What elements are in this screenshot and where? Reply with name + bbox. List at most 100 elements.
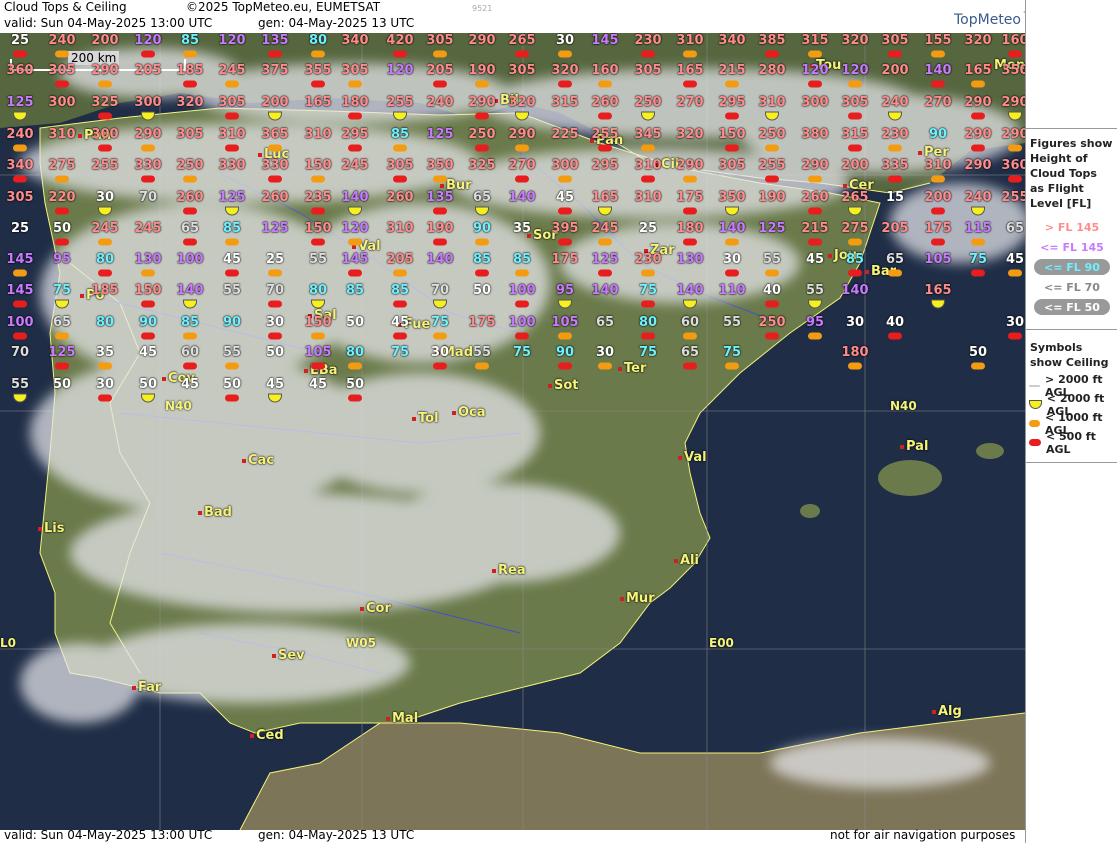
cloud-top-value: 30 (595, 345, 615, 360)
cloud-top-value: 190 (758, 190, 786, 205)
city-label: Far (132, 680, 161, 695)
ceiling-symbol-icon (475, 80, 489, 88)
cloud-top-value: 345 (634, 127, 662, 142)
legend-figures-title: Figures show Height of Cloud Tops as Fli… (1030, 137, 1113, 210)
cloud-top-value: 75 (390, 345, 410, 360)
lon-label: L0 (0, 636, 16, 650)
ceiling-swatch-icon (1029, 384, 1041, 387)
ceiling-symbol-icon (433, 80, 447, 88)
cloud-top-value: 165 (304, 95, 332, 110)
ceiling-symbol-icon (13, 300, 27, 308)
ceiling-symbol-icon (183, 80, 197, 88)
cloud-top-value: 30 (845, 315, 865, 330)
ceiling-symbol-icon (765, 175, 779, 183)
cloud-top-value: 120 (218, 33, 246, 48)
city-marker-icon (620, 596, 624, 601)
cloud-top-value: 65 (472, 190, 492, 205)
cloud-top-value: 310 (758, 95, 786, 110)
city-label: Mal (386, 711, 418, 726)
cloud-top-value: 55 (762, 252, 782, 267)
cloud-top-value: 300 (551, 158, 579, 173)
cloud-top-value: 190 (426, 221, 454, 236)
cloud-top-value: 250 (176, 158, 204, 173)
ceiling-symbol-icon (558, 50, 572, 58)
cloud-top-value: 75 (638, 345, 658, 360)
cloud-top-value: 355 (304, 63, 332, 78)
cloud-top-value: 105 (924, 252, 952, 267)
cloud-top-value: 105 (304, 345, 332, 360)
cloud-top-value: 65 (885, 252, 905, 267)
cloud-top-value: 290 (964, 95, 992, 110)
ceiling-symbol-icon (971, 362, 985, 370)
ceiling-symbol-icon (225, 362, 239, 370)
city-label: Tol (412, 411, 439, 426)
cloud-top-value: 200 (261, 95, 289, 110)
cloud-top-value: 120 (386, 63, 414, 78)
city-marker-icon (250, 733, 254, 738)
cloud-top-value: 100 (508, 283, 536, 298)
cloud-top-value: 75 (968, 252, 988, 267)
ceiling-symbol-icon (13, 332, 27, 340)
cloud-top-value: 290 (468, 33, 496, 48)
cloud-top-value: 95 (805, 315, 825, 330)
cloud-top-value: 340 (718, 33, 746, 48)
cloud-top-value: 35 (512, 221, 532, 236)
city-label: Alg (932, 704, 962, 719)
cloud-top-value: 310 (218, 127, 246, 142)
city-name: Alg (938, 704, 962, 719)
cloud-top-value: 90 (222, 315, 242, 330)
cloud-top-value: 330 (134, 158, 162, 173)
cloud-top-value: 290 (964, 158, 992, 173)
cloud-top-value: 80 (638, 315, 658, 330)
cloud-top-value: 315 (551, 95, 579, 110)
cloud-top-value: 325 (91, 95, 119, 110)
gen-time-bottom: gen: 04-May-2025 13 UTC (258, 828, 415, 842)
ceiling-swatch-icon (1029, 439, 1041, 446)
cloud-top-value: 245 (91, 221, 119, 236)
city-label: Sev (272, 648, 305, 663)
cloud-top-value: 295 (341, 127, 369, 142)
cloud-top-value: 310 (304, 127, 332, 142)
cloud-top-value: 85 (180, 33, 200, 48)
city-marker-icon (843, 183, 847, 188)
ceiling-symbol-icon (1008, 144, 1022, 152)
cloud-top-value: 260 (261, 190, 289, 205)
cloud-top-value: 85 (472, 252, 492, 267)
cloud-top-value: 260 (801, 190, 829, 205)
cloud-top-value: 255 (386, 95, 414, 110)
cloud-top-value: 310 (924, 158, 952, 173)
ceiling-symbol-icon (683, 332, 697, 340)
lon-label: E00 (709, 636, 734, 650)
ceiling-symbol-icon (55, 80, 69, 88)
cloud-top-value: 65 (52, 315, 72, 330)
cloud-top-value: 310 (676, 33, 704, 48)
cloud-top-value: 50 (345, 377, 365, 392)
cloud-top-value: 320 (176, 95, 204, 110)
ceiling-symbol-icon (1008, 269, 1022, 277)
ceiling-symbol-icon (971, 269, 985, 277)
satellite-map[interactable]: 200 km N40 N40 W05 E00 L0 Tou Mon Bil Pan Pa… (0, 33, 1025, 830)
ceiling-symbol-icon (348, 144, 362, 152)
cloud-top-value: 305 (48, 63, 76, 78)
cloud-top-value: 290 (1001, 95, 1025, 110)
ceiling-symbol-icon (683, 80, 697, 88)
city-marker-icon (386, 716, 390, 721)
lat-label: N40 (890, 399, 917, 413)
ceiling-symbol-icon (311, 362, 325, 370)
cloud-top-value: 260 (176, 190, 204, 205)
ceiling-symbol-icon (515, 332, 529, 340)
cloud-top-value: 30 (722, 252, 742, 267)
cloud-top-value: 310 (634, 158, 662, 173)
city-marker-icon (360, 606, 364, 611)
ceiling-symbol-icon (141, 300, 155, 308)
cloud-top-value: 70 (138, 190, 158, 205)
cloud-top-value: 205 (134, 63, 162, 78)
cloud-top-value: 385 (758, 33, 786, 48)
cloud-top-value: 255 (758, 158, 786, 173)
ceiling-symbol-icon (183, 238, 197, 246)
cloud-top-value: 25 (638, 221, 658, 236)
legend-fl-label: <= FL 145 (1040, 240, 1104, 254)
cloud-top-value: 95 (52, 252, 72, 267)
ceiling-symbol-icon (515, 50, 529, 58)
valid-time-bottom: valid: Sun 04-May-2025 13:00 UTC (4, 828, 213, 842)
